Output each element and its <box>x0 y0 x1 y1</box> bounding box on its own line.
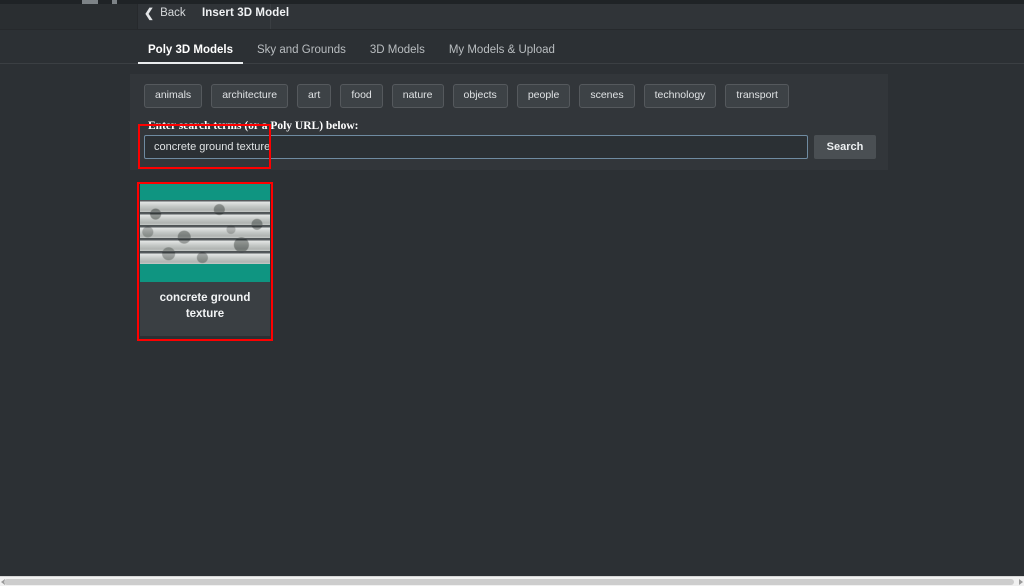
result-thumbnail <box>140 182 270 282</box>
tab-my-models-and-upload[interactable]: My Models & Upload <box>437 44 567 65</box>
header-right-segment <box>270 4 1024 29</box>
search-panel: animals architecture art food nature obj… <box>130 74 888 170</box>
search-results-grid: concrete ground texture <box>140 182 270 337</box>
search-input[interactable] <box>144 135 808 159</box>
chevron-left-icon: ❮ <box>144 6 155 20</box>
slab-seam <box>140 225 270 226</box>
tab-poly-3d-models[interactable]: Poly 3D Models <box>136 44 245 65</box>
result-card-concrete-ground-texture[interactable]: concrete ground texture <box>140 182 270 337</box>
category-button-objects[interactable]: objects <box>452 84 508 108</box>
concrete-noise-overlay <box>140 200 270 264</box>
concrete-slab-texture-icon <box>140 200 270 264</box>
search-instruction-label: Enter search terms (or a Poly URL) below… <box>148 120 359 132</box>
result-card-title: concrete ground texture <box>159 292 251 320</box>
insert-3d-model-dialog: ❮ Back Insert 3D Model Poly 3D Models Sk… <box>0 0 1024 586</box>
triangle-right-icon[interactable] <box>1019 579 1023 585</box>
category-filter-row: animals architecture art food nature obj… <box>144 84 789 108</box>
search-button[interactable]: Search <box>814 135 876 159</box>
category-button-art[interactable]: art <box>297 84 332 108</box>
category-button-architecture[interactable]: architecture <box>211 84 289 108</box>
tab-sky-and-grounds[interactable]: Sky and Grounds <box>245 44 358 65</box>
tab-bar: Poly 3D Models Sky and Grounds 3D Models… <box>0 30 1024 64</box>
scrollbar-thumb[interactable] <box>4 579 1014 585</box>
category-button-technology[interactable]: technology <box>643 84 717 108</box>
horizontal-scrollbar[interactable] <box>0 576 1024 586</box>
category-button-animals[interactable]: animals <box>144 84 203 108</box>
header-left-segment <box>0 4 138 29</box>
category-button-people[interactable]: people <box>516 84 571 108</box>
category-button-food[interactable]: food <box>340 84 383 108</box>
slab-seam <box>140 212 270 213</box>
back-button-label: Back <box>160 7 186 19</box>
tab-3d-models[interactable]: 3D Models <box>358 44 437 65</box>
search-row: Search <box>144 135 876 159</box>
category-button-nature[interactable]: nature <box>391 84 444 108</box>
slab-seam <box>140 238 270 239</box>
category-button-transport[interactable]: transport <box>725 84 789 108</box>
page-title: Insert 3D Model <box>202 7 290 19</box>
slab-seam <box>140 251 270 252</box>
category-button-scenes[interactable]: scenes <box>579 84 635 108</box>
back-button[interactable]: ❮ Back <box>144 4 186 22</box>
